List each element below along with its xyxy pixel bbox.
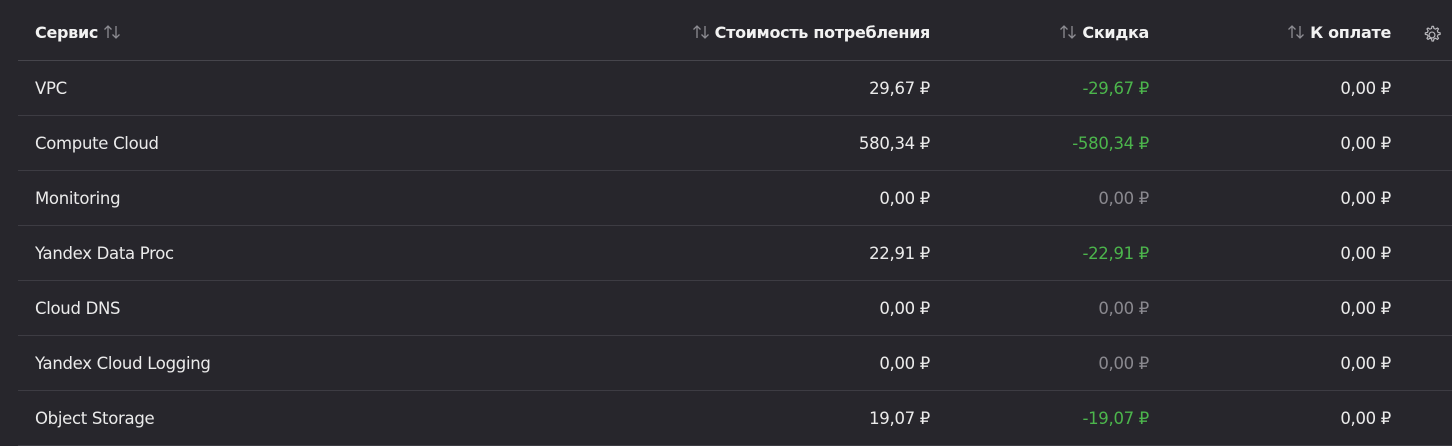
cost-value: 0,00 ₽ xyxy=(879,298,930,318)
billing-table: Сервис Стоимость потребления Скидка К оп… xyxy=(18,0,1452,446)
cost-value: 19,07 ₽ xyxy=(869,408,930,428)
to-pay-value: 0,00 ₽ xyxy=(1340,243,1391,263)
to-pay-value: 0,00 ₽ xyxy=(1340,353,1391,373)
table-row[interactable]: Object Storage 19,07 ₽ -19,07 ₽ 0,00 ₽ xyxy=(18,391,1452,446)
to-pay-value: 0,00 ₽ xyxy=(1340,78,1391,98)
table-row[interactable]: Monitoring 0,00 ₽ 0,00 ₽ 0,00 ₽ xyxy=(18,171,1452,226)
to-pay-value: 0,00 ₽ xyxy=(1340,298,1391,318)
table-row[interactable]: Cloud DNS 0,00 ₽ 0,00 ₽ 0,00 ₽ xyxy=(18,281,1452,336)
service-name: Yandex Cloud Logging xyxy=(35,353,211,373)
discount-value: -19,07 ₽ xyxy=(1082,408,1149,428)
to-pay-value: 0,00 ₽ xyxy=(1340,133,1391,153)
service-name: Yandex Data Proc xyxy=(35,243,174,263)
column-header-service[interactable]: Сервис xyxy=(35,4,126,60)
service-name: VPC xyxy=(35,78,67,98)
service-name: Monitoring xyxy=(35,188,121,208)
cost-value: 22,91 ₽ xyxy=(869,243,930,263)
column-header-service-label: Сервис xyxy=(35,22,99,42)
table-row[interactable]: Compute Cloud 580,34 ₽ -580,34 ₽ 0,00 ₽ xyxy=(18,116,1452,171)
discount-value: 0,00 ₽ xyxy=(1098,188,1149,208)
cost-value: 0,00 ₽ xyxy=(879,188,930,208)
column-header-cost[interactable]: Стоимость потребления xyxy=(687,4,930,60)
sort-arrows-icon[interactable] xyxy=(103,24,121,40)
cost-value: 0,00 ₽ xyxy=(879,353,930,373)
sort-arrows-icon[interactable] xyxy=(692,24,710,40)
sort-arrows-icon[interactable] xyxy=(1287,24,1305,40)
sort-arrows-icon[interactable] xyxy=(1059,24,1077,40)
gear-icon[interactable] xyxy=(1421,24,1443,46)
discount-value: -29,67 ₽ xyxy=(1082,78,1149,98)
service-name: Object Storage xyxy=(35,408,155,428)
table-row[interactable]: Yandex Data Proc 22,91 ₽ -22,91 ₽ 0,00 ₽ xyxy=(18,226,1452,281)
discount-value: 0,00 ₽ xyxy=(1098,353,1149,373)
cost-value: 580,34 ₽ xyxy=(858,133,930,153)
discount-value: -580,34 ₽ xyxy=(1072,133,1149,153)
column-header-cost-label: Стоимость потребления xyxy=(714,22,931,42)
column-header-discount-label: Скидка xyxy=(1082,22,1149,42)
column-header-discount[interactable]: Скидка xyxy=(1054,4,1149,60)
to-pay-value: 0,00 ₽ xyxy=(1340,188,1391,208)
service-name: Compute Cloud xyxy=(35,133,159,153)
cost-value: 29,67 ₽ xyxy=(869,78,930,98)
to-pay-value: 0,00 ₽ xyxy=(1340,408,1391,428)
table-header: Сервис Стоимость потребления Скидка К оп… xyxy=(18,0,1452,61)
discount-value: 0,00 ₽ xyxy=(1098,298,1149,318)
column-header-to-pay-label: К оплате xyxy=(1310,22,1391,42)
table-row[interactable]: VPC 29,67 ₽ -29,67 ₽ 0,00 ₽ xyxy=(18,61,1452,116)
discount-value: -22,91 ₽ xyxy=(1082,243,1149,263)
column-header-to-pay[interactable]: К оплате xyxy=(1282,4,1391,60)
table-row[interactable]: Yandex Cloud Logging 0,00 ₽ 0,00 ₽ 0,00 … xyxy=(18,336,1452,391)
service-name: Cloud DNS xyxy=(35,298,121,318)
